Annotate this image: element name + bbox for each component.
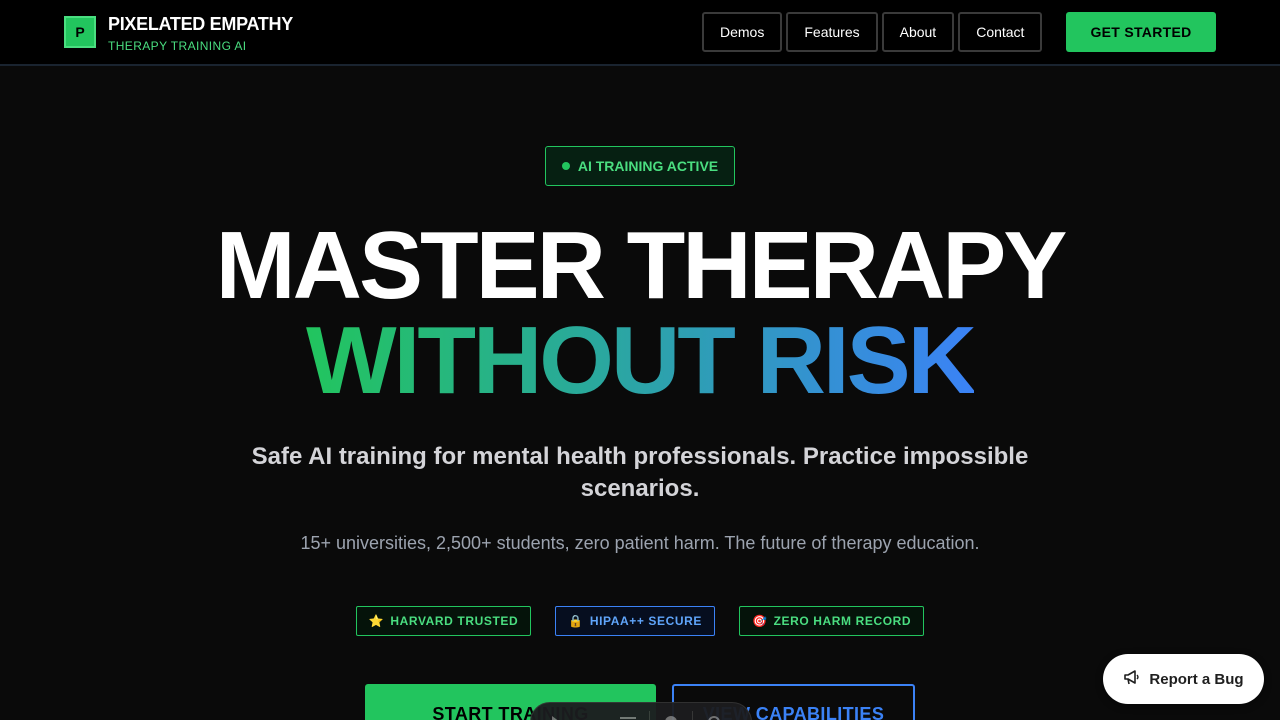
lock-icon: 🔒: [568, 614, 584, 628]
status-badge: AI TRAINING ACTIVE: [545, 146, 735, 186]
badge-label: ZERO HARM RECORD: [773, 614, 912, 628]
hero-title-gradient: WITHOUT RISK: [306, 307, 977, 414]
report-bug-label: Report a Bug: [1149, 670, 1244, 688]
record-icon[interactable]: [656, 711, 686, 720]
hero-title-line-1: MASTER THERAPY: [215, 212, 1068, 319]
star-icon: ⭐: [368, 614, 385, 628]
toolbar-divider: [649, 711, 650, 720]
nav-link-features[interactable]: Features: [786, 12, 878, 52]
get-started-button[interactable]: GET STARTED: [1066, 12, 1216, 52]
target-icon: 🎯: [752, 614, 768, 628]
toolbar-divider: [692, 711, 693, 720]
status-dot-icon: [561, 162, 570, 170]
nav-link-contact[interactable]: Contact: [958, 12, 1043, 52]
status-label: AI TRAINING ACTIVE: [577, 158, 719, 174]
hero-title-line-2: WITHOUT RISK: [0, 313, 1280, 409]
menu-icon[interactable]: [613, 711, 643, 720]
nav-link-demos[interactable]: Demos: [702, 12, 783, 52]
megaphone-icon: [1123, 668, 1141, 690]
brand-name: PIXELATED EMPATHY: [108, 14, 293, 34]
report-bug-button[interactable]: Report a Bug: [1103, 654, 1264, 704]
trust-badges: ⭐ HARVARD TRUSTED 🔒 HIPAA++ SECURE 🎯 ZER…: [0, 606, 1280, 636]
badge-label: HIPAA++ SECURE: [589, 614, 703, 628]
dev-toolbar: [530, 702, 752, 720]
top-navbar: P PIXELATED EMPATHY THERAPY TRAINING AI …: [0, 0, 1280, 66]
brand[interactable]: P PIXELATED EMPATHY THERAPY TRAINING AI: [64, 14, 293, 53]
badge-label: HARVARD TRUSTED: [390, 614, 519, 628]
logo-icon: P: [64, 16, 96, 48]
badge-zero-harm: 🎯 ZERO HARM RECORD: [739, 606, 925, 636]
settings-icon[interactable]: [699, 711, 729, 720]
brush-icon[interactable]: [577, 711, 607, 720]
pointer-icon[interactable]: [541, 711, 571, 720]
nav-link-about[interactable]: About: [881, 12, 955, 52]
nav-links: Demos Features About Contact: [702, 12, 1043, 52]
hero-tagline: 15+ universities, 2,500+ students, zero …: [300, 533, 980, 553]
badge-hipaa: 🔒 HIPAA++ SECURE: [555, 606, 716, 636]
brand-subtitle: THERAPY TRAINING AI: [108, 39, 247, 53]
badge-harvard: ⭐ HARVARD TRUSTED: [355, 606, 532, 636]
hero-subtitle: Safe AI training for mental health profe…: [251, 443, 1029, 502]
